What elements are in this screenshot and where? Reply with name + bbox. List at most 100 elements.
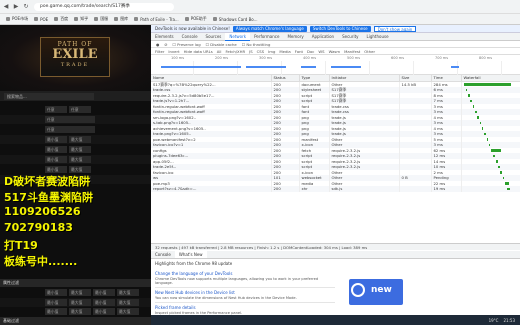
bookmark-item[interactable]: Path of Exile - Tra... <box>134 17 179 22</box>
waterfall-bar <box>500 171 502 174</box>
bookmark-label: 国服 <box>100 16 109 21</box>
drawer-tab[interactable]: What's New <box>174 251 207 258</box>
filter-input[interactable]: 最小值 <box>93 298 115 306</box>
filter-input[interactable]: 最大值 <box>69 308 91 315</box>
section-header-attr[interactable]: 属性过滤 <box>0 279 151 287</box>
section-header-base[interactable]: 基础过滤 <box>0 317 151 325</box>
tab-sources[interactable]: Sources <box>202 33 226 41</box>
timeline-gridline <box>457 61 458 75</box>
taskbar: 19°C 21:53 <box>151 315 520 325</box>
reload-icon[interactable]: ↻ <box>22 3 30 11</box>
filter-input[interactable]: 最大值 <box>117 298 139 306</box>
whats-new-title[interactable]: New Nest Hub devices in the Device list <box>155 290 335 295</box>
filter-media[interactable]: Media <box>279 49 290 54</box>
cell-type: xhr <box>299 186 330 192</box>
filter-input[interactable]: 最大值 <box>69 156 91 163</box>
tab-security[interactable]: Security <box>338 33 362 41</box>
filter-input[interactable]: 最大值 <box>69 166 91 173</box>
filter-input[interactable]: 最小值 <box>45 166 67 173</box>
filter-input[interactable]: 最大值 <box>69 289 91 296</box>
filter-row: 最小值 最大值 <box>0 145 151 154</box>
filter-js[interactable]: JS <box>249 49 253 54</box>
waterfall-bar <box>493 154 496 157</box>
filter-all[interactable]: All <box>217 49 222 54</box>
filter-input[interactable]: 最小值 <box>45 136 67 143</box>
tab-memory[interactable]: Memory <box>283 33 307 41</box>
filter-wasm[interactable]: Wasm <box>329 49 341 54</box>
bookmark-item[interactable]: 知乎 <box>74 16 88 22</box>
tab-application[interactable]: Application <box>308 33 338 41</box>
bookmark-item[interactable]: Shadows Card Bo... <box>212 17 258 22</box>
filter-font[interactable]: Font <box>295 49 303 54</box>
filter-filter[interactable]: Filter <box>155 49 164 54</box>
bookmark-item[interactable]: 图库 <box>114 16 128 22</box>
filter-hidedataurls[interactable]: Hide data URLs <box>184 49 213 54</box>
filter-input[interactable]: 最小值 <box>45 308 67 315</box>
match-language-button[interactable]: Always match Chrome's language <box>232 25 307 32</box>
tab-network[interactable]: Network <box>225 32 251 41</box>
bookmark-item[interactable]: 百度 <box>54 16 68 22</box>
waterfall-bar <box>479 121 482 124</box>
filter-img[interactable]: Img <box>268 49 275 54</box>
timeline-tick: 300 ms <box>259 56 273 60</box>
tab-performance[interactable]: Performance <box>250 33 283 41</box>
dont-show-button[interactable]: Don't show again <box>373 25 417 32</box>
filter-input[interactable]: 最大值 <box>117 289 139 296</box>
whats-new-title[interactable]: Picked frame details <box>155 305 335 310</box>
waterfall-bar <box>472 105 475 108</box>
filter-ws[interactable]: WS <box>318 49 324 54</box>
toolbar-option[interactable]: ☐ Disable cache <box>206 42 237 47</box>
new-label: new <box>371 285 392 295</box>
item-search-input[interactable]: 搜索物品... <box>4 92 94 100</box>
devtools-tabs: Elements Console Sources Network Performance… <box>151 32 520 41</box>
cell-size <box>399 186 432 192</box>
drawer-tab[interactable]: Console <box>151 251 175 258</box>
waterfall-bar <box>484 132 486 135</box>
whats-new-list: Change the language of your DevTools Chro… <box>155 269 335 318</box>
filter-invert[interactable]: Invert <box>168 49 179 54</box>
back-icon[interactable]: ◀ <box>2 3 10 11</box>
filter-input[interactable]: 最小值 <box>45 298 67 306</box>
filter-input[interactable]: 最小值 <box>45 289 67 296</box>
tab-console[interactable]: Console <box>178 33 202 41</box>
filter-input[interactable]: 最小值 <box>93 308 115 315</box>
bookmark-item[interactable]: 国服 <box>94 16 108 22</box>
record-icon[interactable]: ● <box>156 42 159 47</box>
bookmark-item[interactable]: POE助手 <box>184 16 207 22</box>
bookmark-favicon-icon <box>54 17 59 21</box>
filter-input[interactable]: 任意 <box>45 106 67 113</box>
toolbar-option[interactable]: ☐ Preserve log <box>173 42 201 47</box>
filter-input[interactable]: 最小值 <box>45 146 67 153</box>
filter-input[interactable]: 最大值 <box>69 298 91 306</box>
network-timeline[interactable]: 100 ms 200 ms 300 ms 400 ms 500 ms 600 ms 700 … <box>151 55 520 75</box>
filter-input[interactable]: 最大值 <box>117 308 139 315</box>
filter-fetchxhr[interactable]: Fetch/XHR <box>225 49 245 54</box>
filter-input[interactable]: 任意 <box>45 116 95 123</box>
switch-chinese-button[interactable]: Switch DevTools to Chinese <box>309 25 371 32</box>
cell-init: sdk.js <box>329 186 400 192</box>
filter-input[interactable]: 任意 <box>69 106 91 113</box>
filter-input[interactable]: 最大值 <box>69 136 91 143</box>
filter-input[interactable]: 最小值 <box>93 289 115 296</box>
whats-new-item[interactable]: Change the language of your DevTools Chro… <box>155 269 335 288</box>
tab-lighthouse[interactable]: Lighthouse <box>363 33 393 41</box>
forward-icon[interactable]: ▶ <box>12 3 20 11</box>
filter-doc[interactable]: Doc <box>307 49 314 54</box>
filter-manifest[interactable]: Manifest <box>344 49 360 54</box>
filter-css[interactable]: CSS <box>257 49 264 54</box>
network-request-row[interactable]: report?sv=4.7&sdk=... 200 xhr sdk.js 19 ms <box>151 186 520 192</box>
bookmark-item[interactable]: POE <box>34 17 48 22</box>
bookmark-favicon-icon <box>6 17 10 21</box>
clear-icon[interactable]: ⊘ <box>164 42 167 47</box>
bookmark-item[interactable]: POE市场 <box>6 16 28 22</box>
whats-new-title[interactable]: Change the language of your DevTools <box>155 271 335 276</box>
address-bar[interactable]: poe.game.qq.com/trade/search/S17赛季 <box>34 2 174 11</box>
filter-other[interactable]: Other <box>364 49 375 54</box>
tab-elements[interactable]: Elements <box>151 33 178 41</box>
filter-input[interactable]: 最小值 <box>45 156 67 163</box>
toolbar-option[interactable]: ☐ No throttling <box>242 42 271 47</box>
filter-input[interactable]: 任意 <box>45 126 95 133</box>
whats-new-item[interactable]: New Nest Hub devices in the Device list Y… <box>155 288 335 303</box>
filter-input[interactable]: 最大值 <box>69 146 91 153</box>
timeline-tick: 500 ms <box>347 56 361 60</box>
